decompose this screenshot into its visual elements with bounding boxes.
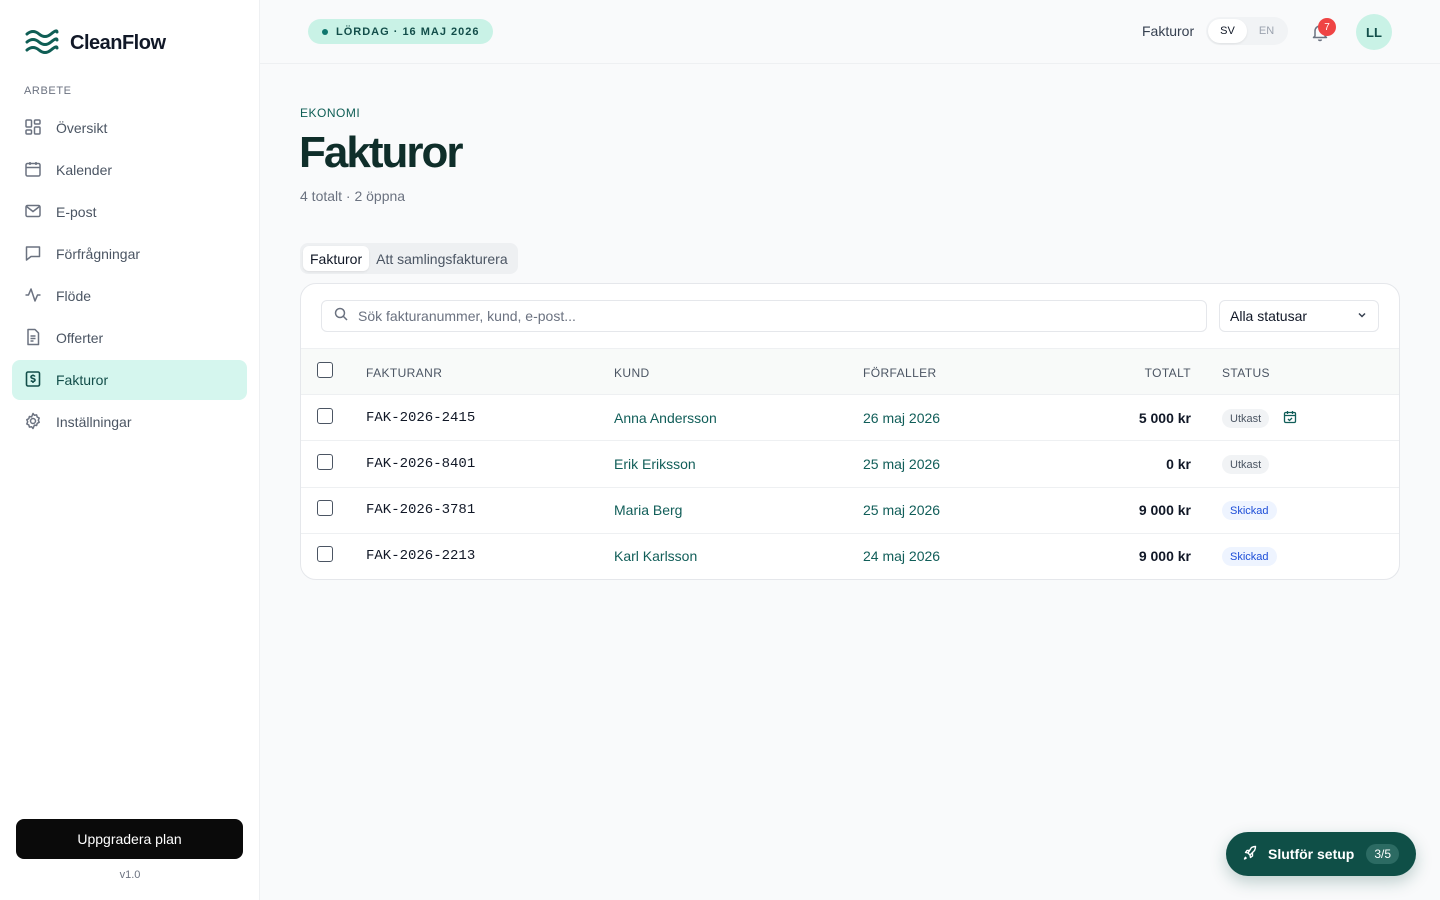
status-dot-icon: [322, 28, 328, 35]
column-header-forfaller[interactable]: FÖRFALLER: [863, 366, 937, 380]
scheduled-calendar-icon: [1283, 410, 1297, 424]
customer-link[interactable]: Erik Eriksson: [614, 456, 696, 472]
table-header: FAKTURANR KUND FÖRFALLER TOTALT STATUS: [301, 348, 1399, 395]
sidebar-item-label: Offerter: [56, 330, 104, 346]
status-badge: Utkast: [1222, 455, 1270, 474]
invoice-total: 9 000 kr: [1138, 548, 1191, 564]
tab-fakturor[interactable]: Fakturor: [303, 246, 370, 271]
complete-setup-button[interactable]: Slutför setup 3/5: [1226, 832, 1416, 876]
nav-section-label: ARBETE: [24, 85, 72, 97]
column-header-kund[interactable]: KUND: [614, 366, 650, 380]
sidebar-item-installningar[interactable]: Inställningar: [12, 402, 247, 442]
setup-label: Slutför setup: [1268, 846, 1355, 862]
upgrade-plan-button[interactable]: Uppgradera plan: [16, 819, 243, 859]
sidebar-item-offerter[interactable]: Offerter: [12, 318, 247, 358]
sidebar-item-label: Kalender: [56, 162, 113, 178]
invoice-table-card: Alla statusar FAKTURANR KUND FÖRFALLER T…: [300, 283, 1400, 580]
setup-progress-badge: 3/5: [1366, 844, 1400, 864]
sidebar-item-label: Fakturor: [56, 372, 109, 388]
column-header-status[interactable]: STATUS: [1222, 366, 1270, 380]
document-icon: [24, 328, 42, 349]
sidebar-item-kalender[interactable]: Kalender: [12, 150, 247, 190]
app-version: v1.0: [119, 869, 141, 881]
invoice-number[interactable]: FAK-2026-3781: [366, 502, 475, 518]
row-checkbox[interactable]: [317, 500, 333, 516]
invoice-icon: [24, 370, 42, 391]
page-eyebrow: EKONOMI: [300, 106, 361, 120]
select-all-checkbox[interactable]: [317, 362, 333, 378]
grid-icon: [24, 118, 42, 139]
sidebar-item-fakturor[interactable]: Fakturor: [12, 360, 247, 400]
language-toggle: SV EN: [1206, 17, 1288, 45]
due-date: 25 maj 2026: [863, 502, 941, 518]
page-subtitle: 4 totalt · 2 öppna: [300, 188, 406, 204]
lang-option-en[interactable]: EN: [1247, 19, 1286, 43]
tabs: Fakturor Att samlingsfakturera: [300, 243, 518, 274]
table-row[interactable]: FAK-2026-2213 Karl Karlsson 24 maj 2026 …: [301, 534, 1399, 579]
customer-link[interactable]: Anna Andersson: [614, 410, 717, 426]
sidebar-item-label: E-post: [56, 204, 97, 220]
sidebar-item-epost[interactable]: E-post: [12, 192, 247, 232]
table-row[interactable]: FAK-2026-2415 Anna Andersson 26 maj 2026…: [301, 395, 1399, 441]
column-header-totalt[interactable]: TOTALT: [1145, 366, 1191, 380]
column-header-fakturanr[interactable]: FAKTURANR: [366, 366, 442, 380]
rocket-icon: [1242, 845, 1258, 864]
due-date: 26 maj 2026: [863, 410, 941, 426]
search-field: [321, 300, 1207, 332]
row-checkbox[interactable]: [317, 408, 333, 424]
due-date: 24 maj 2026: [863, 548, 941, 564]
tab-att-samlingsfakturera[interactable]: Att samlingsfakturera: [369, 246, 515, 271]
status-badge: Utkast: [1222, 409, 1270, 428]
due-date: 25 maj 2026: [863, 456, 941, 472]
gear-icon: [24, 412, 42, 433]
sidebar-item-oversikt[interactable]: Översikt: [12, 108, 247, 148]
sidebar-item-flode[interactable]: Flöde: [12, 276, 247, 316]
sidebar-item-label: Inställningar: [56, 414, 132, 430]
mail-icon: [24, 202, 42, 223]
brand[interactable]: CleanFlow: [24, 28, 166, 58]
chevron-down-icon: [1356, 308, 1368, 324]
topbar: LÖRDAG · 16 MAJ 2026 Fakturor SV EN 7 LL: [260, 0, 1440, 64]
search-input[interactable]: [358, 308, 1178, 324]
row-checkbox[interactable]: [317, 546, 333, 562]
search-icon: [334, 307, 348, 326]
invoice-total: 9 000 kr: [1138, 502, 1191, 518]
sidebar-item-forfragningar[interactable]: Förfrågningar: [12, 234, 247, 274]
status-filter-select[interactable]: Alla statusar: [1219, 300, 1379, 332]
topbar-page-title: Fakturor: [1142, 23, 1195, 39]
message-icon: [24, 244, 42, 265]
avatar[interactable]: LL: [1356, 14, 1392, 50]
notification-badge: 7: [1318, 18, 1336, 36]
page-title: Fakturor: [299, 128, 463, 177]
invoice-number[interactable]: FAK-2026-2213: [366, 548, 475, 564]
calendar-icon: [24, 160, 42, 181]
sidebar-item-label: Förfrågningar: [56, 246, 141, 262]
logo-waves-icon: [24, 27, 60, 60]
status-badge: Skickad: [1222, 501, 1277, 520]
customer-link[interactable]: Maria Berg: [614, 502, 682, 518]
brand-name: CleanFlow: [70, 31, 166, 54]
date-pill: LÖRDAG · 16 MAJ 2026: [308, 19, 494, 44]
sidebar-item-label: Flöde: [56, 288, 92, 304]
invoice-total: 5 000 kr: [1138, 410, 1191, 426]
status-badge: Skickad: [1222, 547, 1277, 566]
sidebar-item-label: Översikt: [56, 120, 108, 136]
current-date: LÖRDAG · 16 MAJ 2026: [336, 25, 480, 38]
activity-icon: [24, 286, 42, 307]
status-filter-value: Alla statusar: [1230, 308, 1308, 324]
lang-option-sv[interactable]: SV: [1208, 19, 1247, 43]
table-row[interactable]: FAK-2026-8401 Erik Eriksson 25 maj 2026 …: [301, 442, 1399, 488]
table-row[interactable]: FAK-2026-3781 Maria Berg 25 maj 2026 9 0…: [301, 488, 1399, 534]
customer-link[interactable]: Karl Karlsson: [614, 548, 697, 564]
invoice-total: 0 kr: [1166, 456, 1191, 472]
sidebar: CleanFlow ARBETE Översikt Kalender E-pos…: [0, 0, 260, 900]
sidebar-nav: Översikt Kalender E-post Förfrågningar F…: [12, 108, 247, 444]
invoice-number[interactable]: FAK-2026-8401: [366, 456, 475, 472]
invoice-number[interactable]: FAK-2026-2415: [366, 410, 475, 426]
row-checkbox[interactable]: [317, 454, 333, 470]
